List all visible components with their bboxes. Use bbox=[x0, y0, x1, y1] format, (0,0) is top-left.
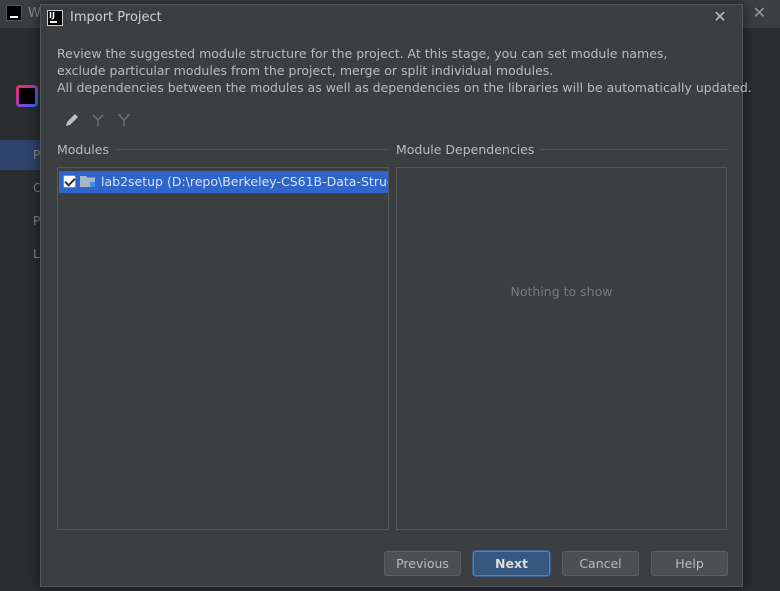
dialog-title: Import Project bbox=[70, 10, 162, 25]
intellij-dialog-icon: IJ bbox=[47, 10, 63, 26]
help-button[interactable]: Help bbox=[651, 551, 728, 576]
welcome-sidebar: P C P L ⚙ bbox=[0, 28, 41, 591]
description-line-2: exclude particular modules from the proj… bbox=[57, 63, 554, 78]
module-label: lab2setup (D:\repo\Berkeley-CS61B-Data-S… bbox=[101, 174, 388, 189]
close-icon[interactable]: ✕ bbox=[711, 8, 729, 26]
sidebar-item-learn[interactable]: L bbox=[33, 247, 40, 261]
description-line-1: Review the suggested module structure fo… bbox=[57, 46, 668, 61]
modules-list[interactable]: lab2setup (D:\repo\Berkeley-CS61B-Data-S… bbox=[57, 167, 389, 530]
intellij-app-icon bbox=[6, 5, 22, 21]
welcome-close-icon[interactable]: ✕ bbox=[753, 3, 766, 22]
import-project-dialog: IJ Import Project ✕ Review the suggested… bbox=[40, 4, 752, 587]
module-checkbox[interactable] bbox=[63, 175, 76, 188]
modules-header: Modules bbox=[57, 142, 115, 157]
cancel-button[interactable]: Cancel bbox=[562, 551, 639, 576]
intellij-logo-icon bbox=[16, 85, 38, 107]
module-dependencies-panel: Nothing to show bbox=[396, 167, 727, 530]
previous-button[interactable]: Previous bbox=[384, 551, 461, 576]
merge-icon bbox=[90, 112, 106, 128]
next-button[interactable]: Next bbox=[473, 551, 550, 576]
dependencies-header: Module Dependencies bbox=[396, 142, 541, 157]
welcome-title: W bbox=[28, 6, 41, 21]
pencil-icon[interactable] bbox=[64, 112, 80, 128]
description-line-3: All dependencies between the modules as … bbox=[57, 80, 752, 95]
empty-state-text: Nothing to show bbox=[510, 284, 613, 299]
list-item[interactable]: lab2setup (D:\repo\Berkeley-CS61B-Data-S… bbox=[59, 171, 388, 193]
module-folder-icon bbox=[80, 175, 96, 188]
split-icon bbox=[116, 112, 132, 128]
